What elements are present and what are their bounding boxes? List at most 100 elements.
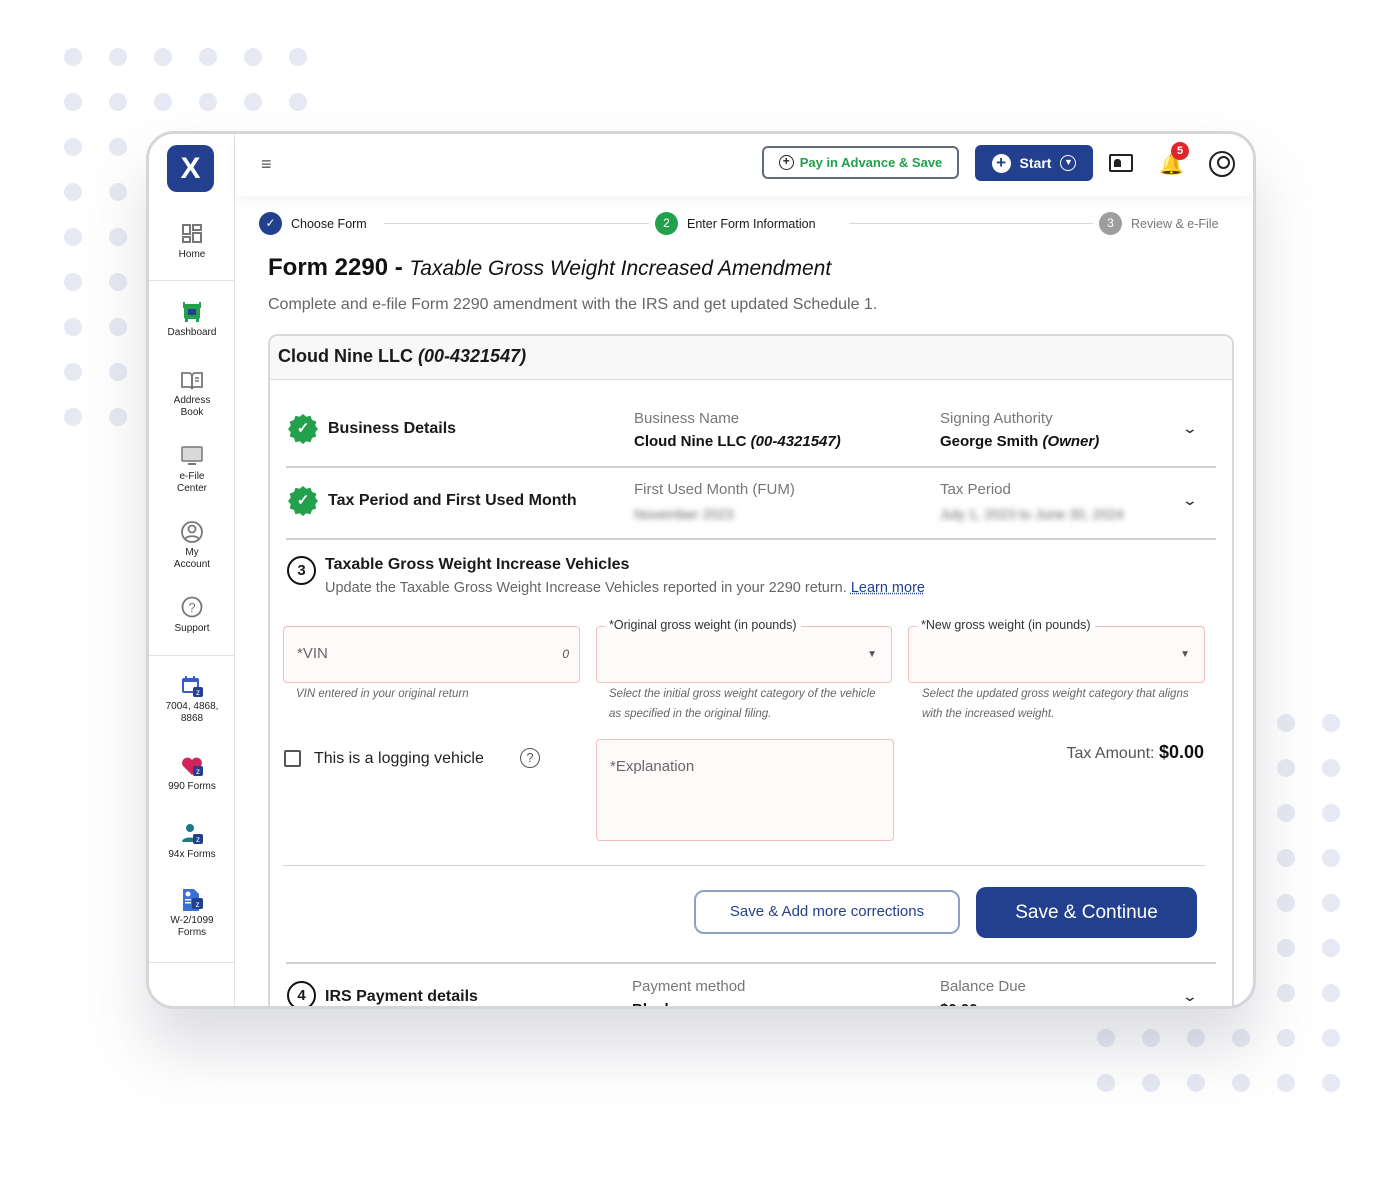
new-gross-weight-select[interactable]: *New gross weight (in pounds) ▼ (908, 618, 1205, 683)
decorative-dot (244, 48, 262, 66)
divider (149, 655, 235, 656)
step-number: 2 (655, 212, 678, 235)
menu-toggle-icon[interactable]: ≡ (261, 154, 272, 175)
sidebar-item-home[interactable]: Home (149, 222, 235, 261)
form-card: Cloud Nine LLC (00-4321547) ✓ Business D… (268, 334, 1234, 1006)
decorative-dot (154, 93, 172, 111)
sidebar-item-990-forms[interactable]: z 990 Forms (149, 754, 235, 793)
decorative-dot (1277, 759, 1295, 777)
balance-due-label: Balance Due (940, 978, 1026, 995)
step-label: Enter Form Information (687, 216, 816, 231)
calendar-icon: z (182, 676, 203, 697)
svg-text:?: ? (188, 600, 195, 615)
decorative-dot (1277, 984, 1295, 1002)
decorative-dot (1277, 894, 1295, 912)
decorative-dot (64, 363, 82, 381)
main-content: ✓ Choose Form 2 Enter Form Information 3… (235, 196, 1253, 1006)
section-title: Tax Period and First Used Month (328, 492, 577, 509)
svg-text:z: z (196, 835, 200, 844)
pay-in-advance-button[interactable]: + Pay in Advance & Save (762, 146, 959, 179)
start-button[interactable]: + Start ▼ (975, 145, 1093, 181)
svg-text:z: z (196, 688, 200, 697)
decorative-dot (289, 93, 307, 111)
decorative-dot (1232, 1074, 1250, 1092)
heart-icon: z (182, 757, 203, 776)
sidebar-item-support[interactable]: ? Support (149, 596, 235, 635)
decorative-dot (109, 48, 127, 66)
sidebar-item-label: W-2/1099 Forms (170, 915, 214, 938)
explanation-textarea[interactable]: *Explanation (596, 739, 894, 841)
tax-period-row[interactable]: ✓ Tax Period and First Used Month First … (286, 468, 1216, 540)
decorative-dot (64, 408, 82, 426)
payment-method-value: Blank (632, 1001, 673, 1006)
card-business-name: Cloud Nine LLC (278, 346, 413, 366)
chevron-down-icon[interactable]: ⌄ (1182, 988, 1198, 1005)
chevron-down-icon[interactable]: ⌄ (1182, 420, 1198, 437)
sidebar-item-label: 7004, 4868, 8868 (165, 701, 219, 724)
step-number: 3 (1099, 212, 1122, 235)
decorative-dot (1277, 1074, 1295, 1092)
decorative-dot (109, 408, 127, 426)
sidebar-item-label: 990 Forms (168, 781, 216, 792)
section-title: IRS Payment details (325, 988, 478, 1005)
decorative-dot (1142, 1029, 1160, 1047)
dropdown-arrow-icon: ▼ (867, 649, 877, 660)
balance-due-value: $0.00 (940, 1001, 978, 1006)
save-continue-button[interactable]: Save & Continue (976, 887, 1197, 938)
vin-char-count: 0 (562, 647, 569, 661)
tax-period-value: July 1, 2023 to June 30, 2024 (940, 506, 1124, 522)
signing-authority-label: Signing Authority (940, 410, 1053, 427)
sidebar-item-extension-forms[interactable]: z 7004, 4868, 8868 (149, 674, 235, 725)
business-name-label: Business Name (634, 410, 740, 427)
step-connector (849, 223, 1114, 224)
tax-amount-value: $0.00 (1158, 742, 1204, 762)
sidebar-item-dashboard[interactable]: Dashboard (149, 300, 235, 339)
description-text: Update the Taxable Gross Weight Increase… (325, 580, 847, 596)
tax-amount-label: Tax Amount: (1066, 745, 1155, 762)
pay-in-advance-label: Pay in Advance & Save (799, 155, 943, 170)
divider (149, 962, 235, 963)
fum-value: November 2023 (634, 506, 734, 522)
decorative-dot (64, 318, 82, 336)
step-label: Review & e-File (1131, 216, 1219, 231)
divider (283, 865, 1205, 866)
sidebar-item-w2-1099-forms[interactable]: z W-2/1099 Forms (149, 888, 235, 939)
sidebar-item-label: 94x Forms (168, 849, 216, 860)
original-gross-weight-select[interactable]: *Original gross weight (in pounds) ▼ (596, 618, 892, 683)
chevron-down-icon[interactable]: ⌄ (1182, 492, 1198, 509)
sidebar-item-label: Home (178, 249, 206, 260)
id-card-icon[interactable] (1109, 154, 1133, 172)
decorative-dot (1097, 1074, 1115, 1092)
sidebar-item-94x-forms[interactable]: z 94x Forms (149, 822, 235, 861)
sidebar-item-address-book[interactable]: Address Book (149, 368, 235, 419)
decorative-dot (1322, 804, 1340, 822)
decorative-dot (109, 363, 127, 381)
learn-more-link[interactable]: Learn more (851, 580, 925, 596)
svg-text:z: z (196, 767, 200, 776)
sidebar: X Home Dashboard Address Book e-File Cen… (149, 134, 235, 1006)
decorative-dot (1277, 1029, 1295, 1047)
decorative-dot (64, 228, 82, 246)
explanation-placeholder: *Explanation (610, 758, 695, 775)
business-details-row[interactable]: ✓ Business Details Business Name Cloud N… (286, 380, 1216, 468)
sidebar-item-label: e-File Center (176, 471, 207, 494)
sidebar-item-my-account[interactable]: My Account (149, 520, 235, 571)
vin-input[interactable]: *VIN 0 (283, 626, 580, 683)
tax-amount: Tax Amount: $0.00 (1066, 742, 1204, 763)
vin-hint: VIN entered in your original return (296, 688, 469, 700)
section-title: Taxable Gross Weight Increase Vehicles (325, 556, 630, 573)
logging-vehicle-checkbox[interactable] (284, 750, 301, 767)
decorative-dot (289, 48, 307, 66)
app-logo[interactable]: X (167, 145, 214, 192)
sidebar-item-label: Support (174, 623, 210, 634)
field-label: *New gross weight (in pounds) (917, 618, 1095, 632)
user-profile-icon[interactable] (1209, 151, 1235, 177)
save-add-more-button[interactable]: Save & Add more corrections (694, 890, 960, 934)
decorative-dot (109, 273, 127, 291)
decorative-dot (1322, 1029, 1340, 1047)
help-icon[interactable]: ? (520, 748, 540, 768)
step-review-efile: 3 Review & e-File (1093, 212, 1227, 235)
sidebar-item-label: My Account (173, 547, 211, 570)
sidebar-item-efile-center[interactable]: e-File Center (149, 444, 235, 495)
decorative-dot (109, 228, 127, 246)
